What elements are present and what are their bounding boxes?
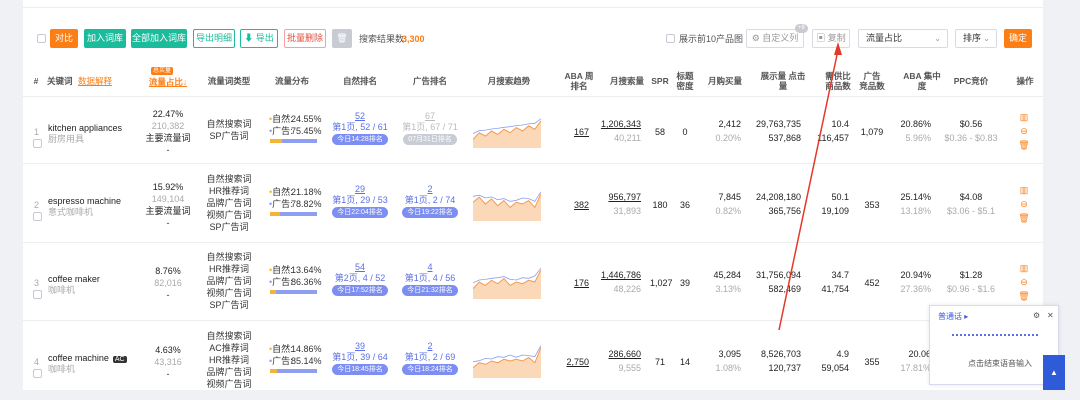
annotation-arrow: [778, 42, 842, 331]
